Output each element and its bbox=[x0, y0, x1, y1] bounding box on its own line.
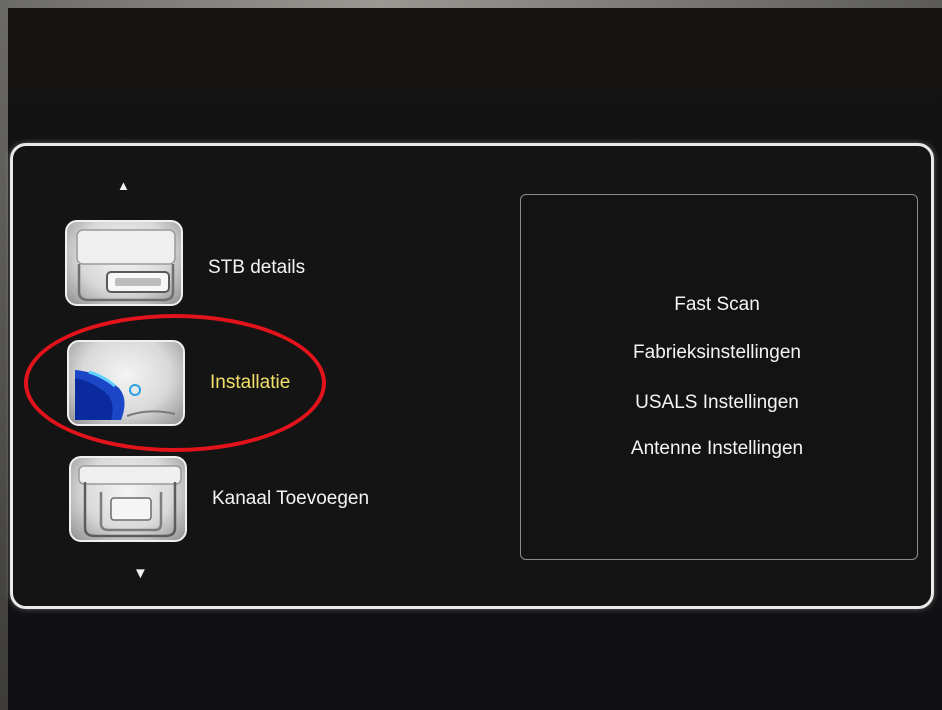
scroll-up-icon[interactable]: ▲ bbox=[117, 179, 130, 192]
installatie-submenu: Fast Scan Fabrieksinstellingen USALS Ins… bbox=[520, 194, 918, 560]
menu-item-label: STB details bbox=[208, 257, 306, 278]
add-channel-icon bbox=[69, 456, 187, 542]
tv-bezel-left bbox=[0, 0, 8, 710]
submenu-item-usals-instellingen[interactable]: USALS Instellingen bbox=[521, 392, 913, 414]
scroll-down-icon[interactable]: ▼ bbox=[133, 566, 148, 581]
submenu-item-antenne-instellingen[interactable]: Antenne Instellingen bbox=[521, 438, 913, 460]
highlight-ring-annotation bbox=[24, 314, 326, 452]
submenu-item-fabrieksinstellingen[interactable]: Fabrieksinstellingen bbox=[521, 342, 913, 364]
submenu-item-fast-scan[interactable]: Fast Scan bbox=[521, 294, 913, 316]
menu-item-label: Kanaal Toevoegen bbox=[212, 488, 370, 509]
tv-bezel-top bbox=[0, 0, 942, 8]
stb-details-icon bbox=[65, 220, 183, 306]
